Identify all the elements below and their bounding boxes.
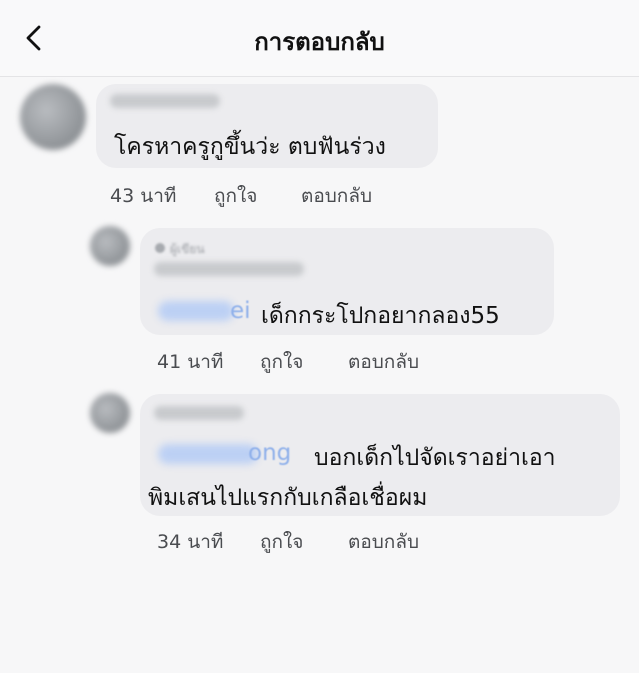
reply-actions: 41 นาที ถูกใจ ตอบกลับ bbox=[157, 347, 477, 373]
reply-actions: 34 นาที ถูกใจ ตอบกลับ bbox=[157, 527, 477, 553]
comment-actions: 43 นาที ถูกใจ ตอบกลับ bbox=[110, 181, 430, 207]
top-bar: การตอบกลับ bbox=[0, 0, 639, 77]
mention-link-blurred[interactable] bbox=[158, 444, 258, 464]
avatar[interactable] bbox=[90, 226, 130, 266]
mention-fragment[interactable]: ong bbox=[248, 440, 291, 466]
commenter-name-blurred[interactable] bbox=[110, 94, 220, 108]
author-badge-icon bbox=[155, 243, 165, 253]
author-tag: ผู้เขียน bbox=[170, 242, 205, 256]
reply-button[interactable]: ตอบกลับ bbox=[348, 527, 419, 557]
reply-bubble: ผู้เขียน ei เด็กกระโปกอยากลอง55 bbox=[140, 228, 554, 335]
like-button[interactable]: ถูกใจ bbox=[260, 527, 303, 557]
comment-timestamp: 43 นาที bbox=[110, 185, 177, 207]
comment-bubble: โครหาครูกูขึ้นว่ะ ตบฟันร่วง bbox=[96, 84, 438, 168]
like-button[interactable]: ถูกใจ bbox=[260, 347, 303, 377]
comment-text: โครหาครูกูขึ้นว่ะ ตบฟันร่วง bbox=[114, 134, 386, 160]
reply-text: เด็กกระโปกอยากลอง55 bbox=[261, 303, 500, 329]
like-button[interactable]: ถูกใจ bbox=[214, 181, 257, 211]
mention-link-blurred[interactable] bbox=[158, 301, 234, 321]
reply-bubble: ong บอกเด็กไปจัดเราอย่าเอา พิมเสนไปแรกกั… bbox=[140, 394, 620, 516]
reply-text-line2: พิมเสนไปแรกกับเกลือเชื่อผม bbox=[148, 485, 428, 511]
avatar[interactable] bbox=[90, 393, 130, 433]
mention-fragment[interactable]: ei bbox=[230, 298, 251, 324]
reply-timestamp: 34 นาที bbox=[157, 531, 224, 553]
avatar[interactable] bbox=[20, 84, 86, 150]
reply-button[interactable]: ตอบกลับ bbox=[348, 347, 419, 377]
reply-timestamp: 41 นาที bbox=[157, 351, 224, 373]
page-title: การตอบกลับ bbox=[254, 28, 385, 56]
commenter-name-blurred[interactable] bbox=[154, 406, 244, 420]
reply-button[interactable]: ตอบกลับ bbox=[301, 181, 372, 211]
reply-text-line1: บอกเด็กไปจัดเราอย่าเอา bbox=[314, 445, 556, 471]
commenter-name-blurred[interactable] bbox=[154, 262, 304, 276]
